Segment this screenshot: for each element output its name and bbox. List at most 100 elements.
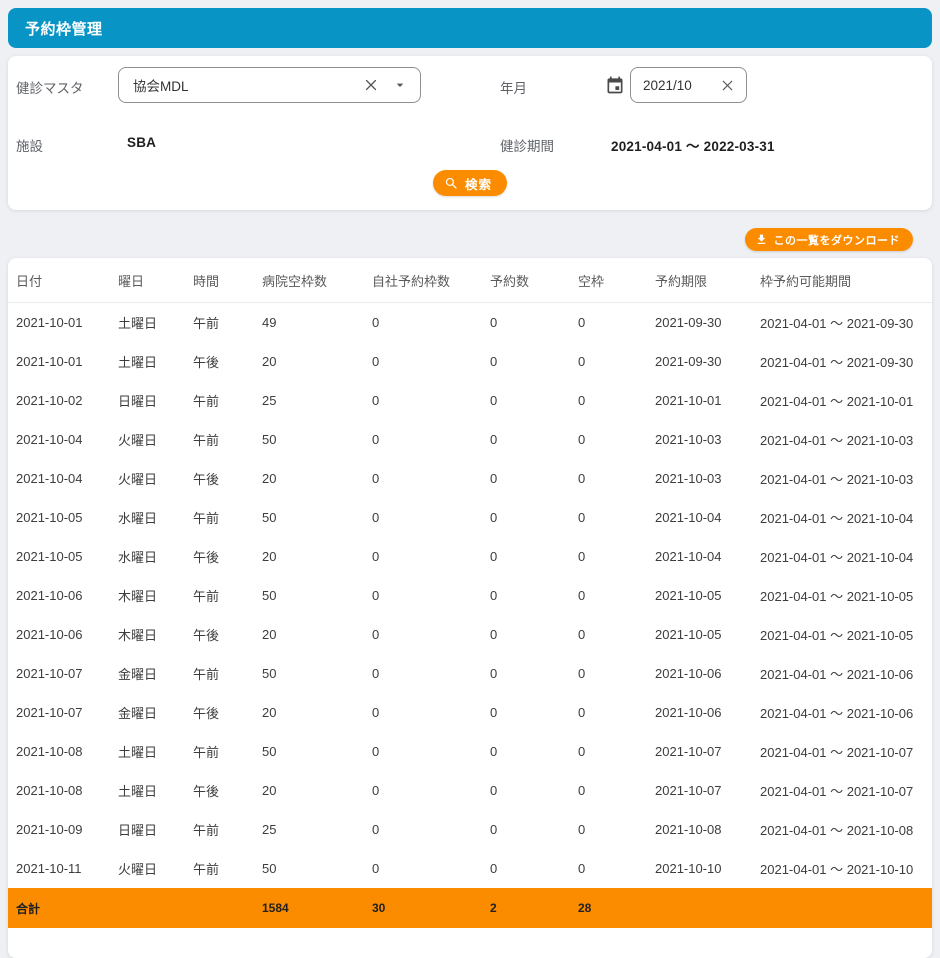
download-icon [755,233,768,246]
table-cell: 2021-10-05 [8,498,118,537]
table-cell: 午前 [193,576,262,615]
table-row: 2021-10-07金曜日午後200002021-10-062021-04-01… [8,693,932,732]
table-cell: 0 [372,459,490,498]
footer-total-cell: 28 [578,888,655,928]
column-header: 予約期限 [655,258,760,303]
table-cell: 土曜日 [118,771,193,810]
table-cell: 2021-04-01 ～ 2021-10-04 [760,537,932,576]
table-row: 2021-10-11火曜日午前500002021-10-102021-04-01… [8,849,932,888]
column-header: 時間 [193,258,262,303]
table-cell: 2021-10-09 [8,810,118,849]
table-cell: 2021-10-01 [8,303,118,343]
table-cell: 2021-10-06 [8,615,118,654]
table-cell: 2021-10-01 [8,342,118,381]
table-cell: 午前 [193,654,262,693]
table-row: 2021-10-04火曜日午前500002021-10-032021-04-01… [8,420,932,459]
yearmonth-input[interactable]: 2021/10 [630,67,747,103]
table-cell: 0 [578,771,655,810]
table-cell: 火曜日 [118,459,193,498]
table-cell: 0 [490,381,578,420]
table-cell: 2021-10-04 [8,420,118,459]
table-cell: 50 [262,498,372,537]
table-cell: 2021-10-07 [655,771,760,810]
table-cell: 2021-10-04 [655,537,760,576]
table-cell: 50 [262,576,372,615]
table-cell: 2021-04-01 ～ 2021-10-01 [760,381,932,420]
table-row: 2021-10-05水曜日午後200002021-10-042021-04-01… [8,537,932,576]
table-cell: 午前 [193,732,262,771]
footer-total-cell [760,888,932,928]
table-cell: 2021-10-05 [655,576,760,615]
table-row: 2021-10-09日曜日午前250002021-10-082021-04-01… [8,810,932,849]
table-cell: 20 [262,771,372,810]
table-cell: 0 [372,732,490,771]
table-cell: 50 [262,732,372,771]
facility-value: SBA [127,135,156,150]
search-icon [444,176,459,191]
table-cell: 0 [578,615,655,654]
period-label: 健診期間 [500,135,554,155]
table-cell: 2021-10-07 [655,732,760,771]
search-button[interactable]: 検索 [433,170,507,196]
download-button-label: この一覧をダウンロード [774,232,901,248]
table-cell: 0 [578,654,655,693]
column-header: 空枠 [578,258,655,303]
table-row: 2021-10-02日曜日午前250002021-10-012021-04-01… [8,381,932,420]
table-row: 2021-10-06木曜日午後200002021-10-052021-04-01… [8,615,932,654]
table-cell: 0 [372,693,490,732]
table-row: 2021-10-08土曜日午前500002021-10-072021-04-01… [8,732,932,771]
table-cell: 2021-10-08 [8,771,118,810]
table-cell: 0 [372,810,490,849]
table-cell: 2021-10-04 [655,498,760,537]
table-cell: 0 [578,576,655,615]
search-button-label: 検索 [465,174,492,193]
table-cell: 2021-04-01 ～ 2021-10-05 [760,576,932,615]
table-cell: 火曜日 [118,849,193,888]
table-cell: 金曜日 [118,654,193,693]
chevron-down-icon[interactable] [392,77,408,93]
table-row: 2021-10-01土曜日午前490002021-09-302021-04-01… [8,303,932,343]
table-cell: 土曜日 [118,732,193,771]
table-cell: 2021-04-01 ～ 2021-09-30 [760,342,932,381]
table-cell: 木曜日 [118,615,193,654]
table-cell: 午前 [193,498,262,537]
footer-total-cell: 30 [372,888,490,928]
table-cell: 0 [578,693,655,732]
table-cell: 2021-04-01 ～ 2021-10-03 [760,459,932,498]
table-cell: 2021-04-01 ～ 2021-10-08 [760,810,932,849]
table-cell: 0 [490,459,578,498]
table-cell: 2021-10-04 [8,459,118,498]
table-cell: 2021-04-01 ～ 2021-09-30 [760,303,932,343]
table-cell: 2021-10-07 [8,654,118,693]
kenshin-master-select[interactable]: 協会MDL [118,67,421,103]
table-cell: 午後 [193,771,262,810]
table-row: 2021-10-06木曜日午前500002021-10-052021-04-01… [8,576,932,615]
footer-total-cell [118,888,193,928]
table-cell: 2021-10-03 [655,459,760,498]
table-cell: 0 [372,576,490,615]
table-cell: 0 [578,342,655,381]
table-cell: 20 [262,615,372,654]
table-cell: 0 [372,771,490,810]
column-header: 病院空枠数 [262,258,372,303]
table-header-row: 日付曜日時間病院空枠数自社予約枠数予約数空枠予約期限枠予約可能期間 [8,258,932,303]
table-cell: 0 [372,654,490,693]
table-cell: 0 [578,810,655,849]
table-cell: 0 [372,342,490,381]
table-cell: 0 [490,420,578,459]
kenshin-master-value: 協会MDL [133,75,189,95]
clear-icon[interactable] [719,77,736,94]
calendar-icon[interactable] [605,75,625,95]
download-button[interactable]: この一覧をダウンロード [745,228,914,251]
table-cell: 0 [372,420,490,459]
table-cell: 2021-10-02 [8,381,118,420]
table-cell: 20 [262,693,372,732]
table-cell: 午前 [193,420,262,459]
table-cell: 0 [490,303,578,343]
footer-total-cell: 1584 [262,888,372,928]
table-cell: 2021-10-05 [655,615,760,654]
column-header: 予約数 [490,258,578,303]
table-cell: 25 [262,381,372,420]
table-cell: 0 [578,420,655,459]
clear-icon[interactable] [362,76,380,94]
